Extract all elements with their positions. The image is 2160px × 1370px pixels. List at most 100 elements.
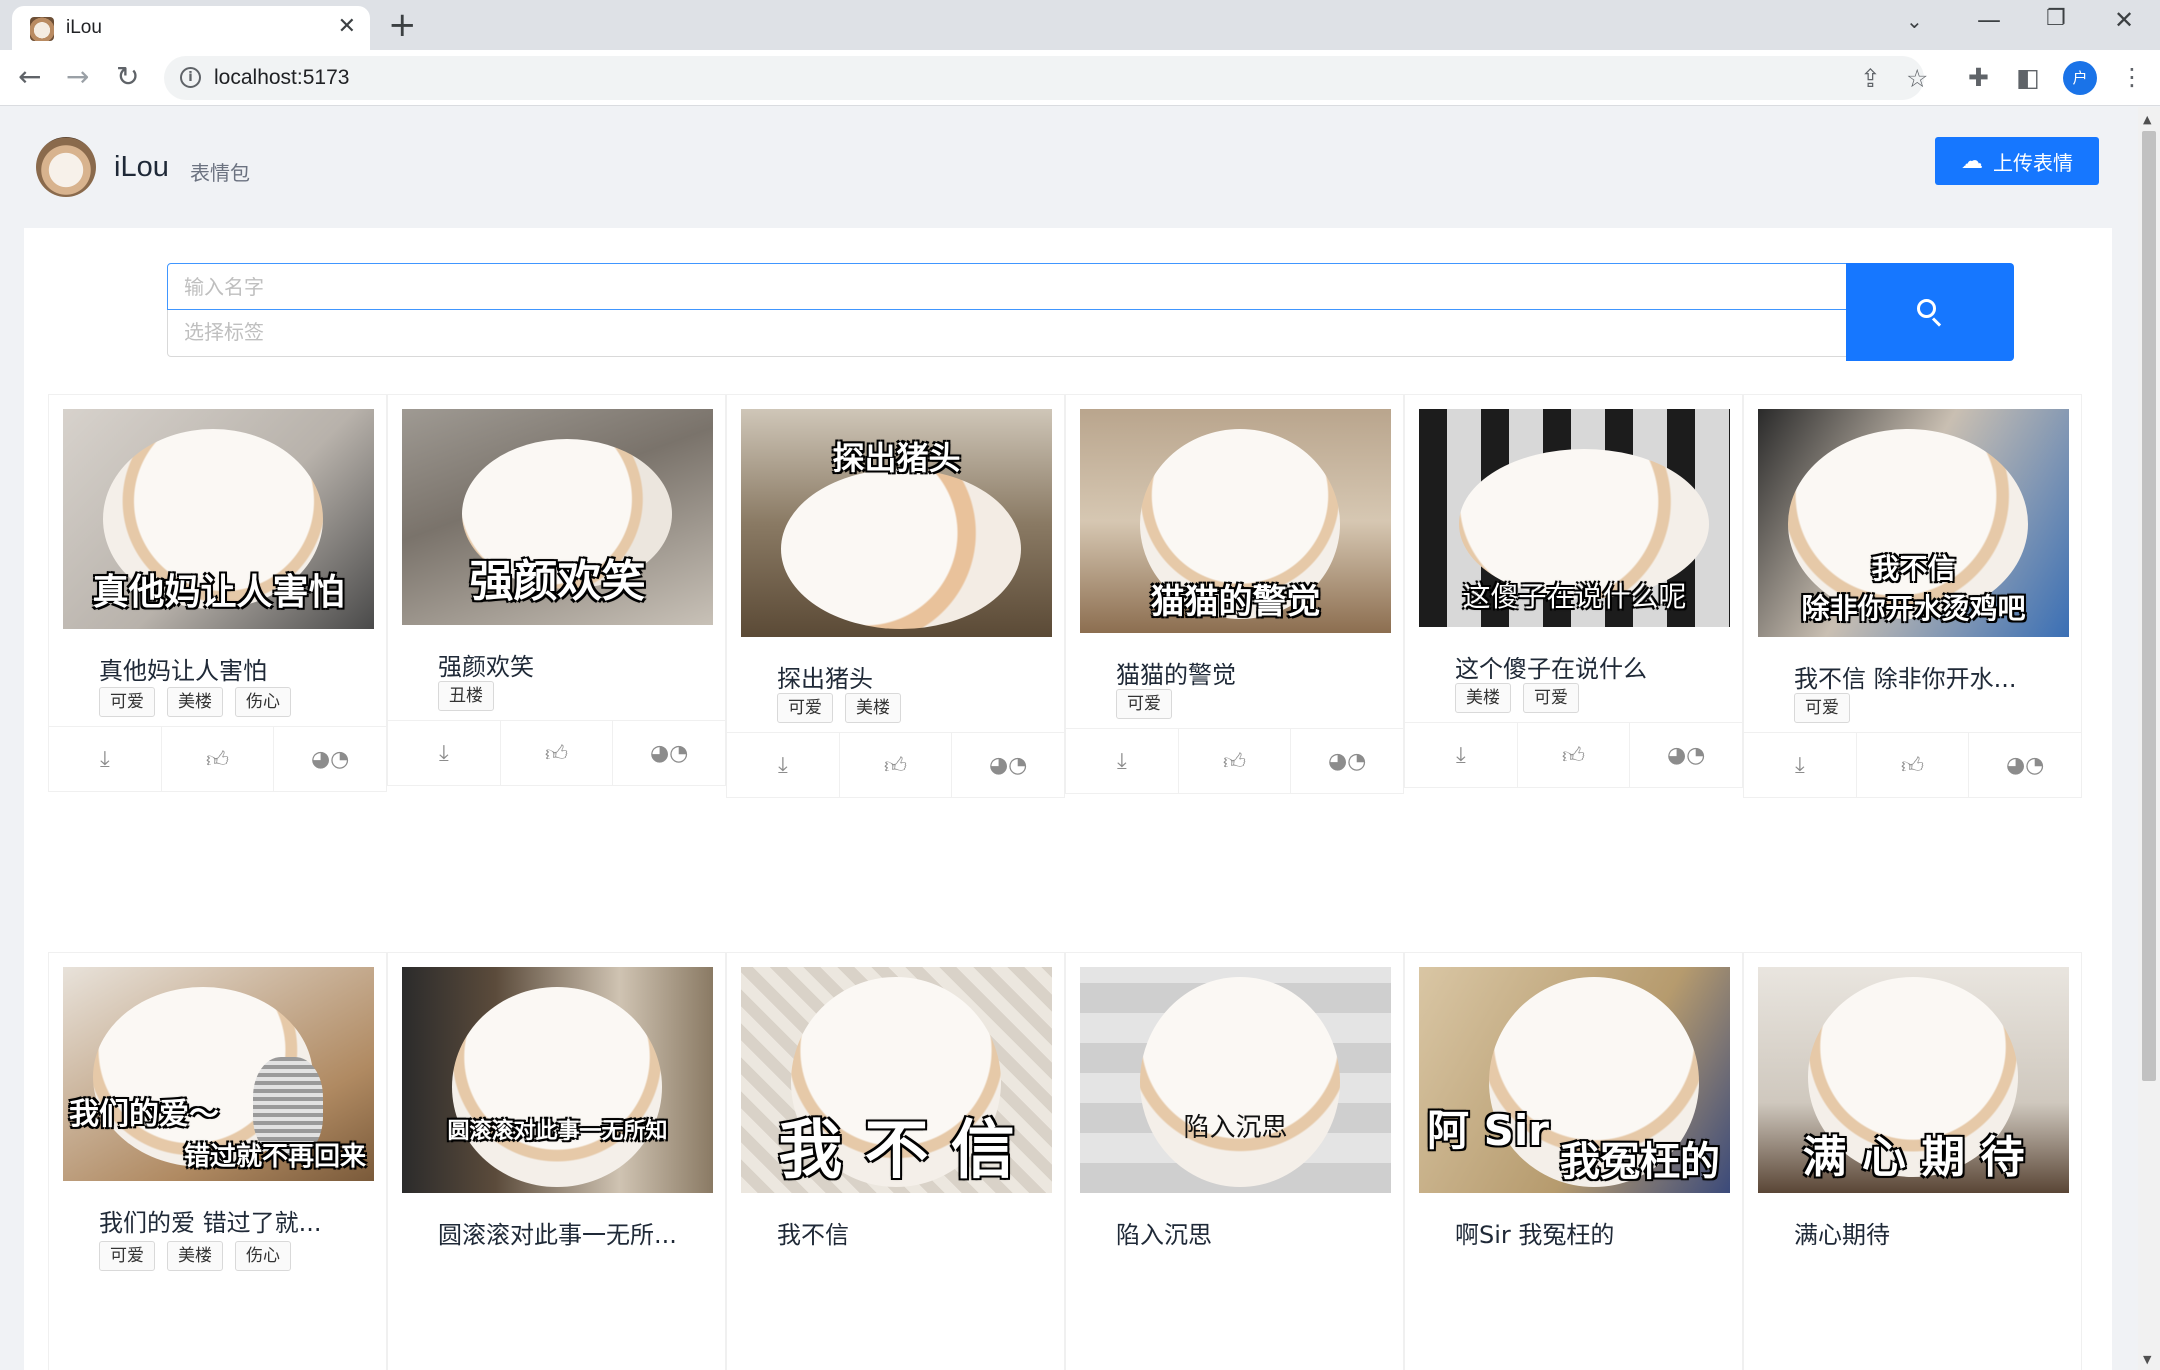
meme-card[interactable]: 阿 Sir 我冤枉的 啊Sir 我冤枉的 <box>1404 952 1743 1370</box>
meme-image[interactable]: 真他妈让人害怕 <box>63 409 374 629</box>
browser-tab[interactable]: iLou ✕ <box>12 6 370 50</box>
tag[interactable]: 美楼 <box>845 693 901 723</box>
meme-image[interactable]: 猫猫的警觉 <box>1080 409 1391 633</box>
tag[interactable]: 可爱 <box>99 1241 155 1271</box>
meme-image[interactable]: 我 不 信 <box>741 967 1052 1193</box>
tag[interactable]: 美楼 <box>167 1241 223 1271</box>
wechat-share-button[interactable]: ◕◔ <box>1290 729 1403 794</box>
download-button[interactable]: ⤓ <box>388 721 500 786</box>
like-button[interactable]: 👍︎ <box>1855 733 1969 798</box>
site-info-icon[interactable]: i <box>180 67 201 88</box>
download-button[interactable]: ⤓ <box>1744 733 1856 798</box>
meme-card[interactable]: 强颜欢笑 强颜欢笑 丑楼 ⤓ 👍︎ ◕◔ <box>387 394 726 786</box>
wechat-share-button[interactable]: ◕◔ <box>1968 733 2081 798</box>
tag[interactable]: 可爱 <box>1794 693 1850 723</box>
download-button[interactable]: ⤓ <box>727 733 839 798</box>
meme-image[interactable]: 满 心 期 待 <box>1758 967 2069 1193</box>
meme-image[interactable]: 强颜欢笑 <box>402 409 713 625</box>
scroll-up-arrow-icon[interactable]: ▲ <box>2143 113 2151 126</box>
tag[interactable]: 可爱 <box>777 693 833 723</box>
download-icon: ⤓ <box>1794 753 1805 778</box>
download-button[interactable]: ⤓ <box>49 727 161 792</box>
tag[interactable]: 伤心 <box>235 1241 291 1271</box>
new-tab-icon[interactable]: + <box>388 6 417 44</box>
wechat-icon: ◕◔ <box>310 747 350 772</box>
side-panel-icon[interactable]: ◧ <box>2016 63 2040 92</box>
meme-card[interactable]: 猫猫的警觉 猫猫的警觉 可爱 ⤓ 👍︎ ◕◔ <box>1065 394 1404 794</box>
meme-image[interactable]: 阿 Sir 我冤枉的 <box>1419 967 1730 1193</box>
tag[interactable]: 伤心 <box>235 687 291 717</box>
tag[interactable]: 丑楼 <box>438 681 494 711</box>
like-button[interactable]: 👍︎ <box>1177 729 1291 794</box>
tag[interactable]: 可爱 <box>99 687 155 717</box>
like-button[interactable]: 👍︎ <box>838 733 952 798</box>
wechat-share-button[interactable]: ◕◔ <box>951 733 1064 798</box>
tag[interactable]: 可爱 <box>1523 683 1579 713</box>
forward-icon[interactable]: → <box>66 60 89 94</box>
meme-caption: 我们的爱～ <box>69 1097 219 1132</box>
restore-icon[interactable]: ❐ <box>2046 6 2066 31</box>
bookmark-star-icon[interactable]: ☆ <box>1906 64 1928 93</box>
scrollbar-thumb[interactable] <box>2142 131 2156 1081</box>
minimize-icon[interactable]: — <box>1977 6 2001 34</box>
tag-list: 可爱 <box>1794 693 1850 723</box>
meme-card[interactable]: 这傻子在说什么呢 这个傻子在说什么 美楼 可爱 ⤓ 👍︎ ◕◔ <box>1404 394 1743 788</box>
browser-toolbar: ← → ↻ i localhost:5173 ⇪ ☆ ✚ ◧ 户 ⋮ <box>0 50 2160 106</box>
wechat-share-button[interactable]: ◕◔ <box>1629 723 1742 788</box>
meme-card[interactable]: 我们的爱～ 错过就不再回来 我们的爱 错过了就... 可爱 美楼 伤心 <box>48 952 387 1370</box>
tab-search-chevron-icon[interactable]: ⌄ <box>1906 9 1923 33</box>
share-icon[interactable]: ⇪ <box>1860 64 1881 93</box>
search-button[interactable] <box>1846 263 2014 361</box>
back-icon[interactable]: ← <box>18 60 41 94</box>
wechat-share-button[interactable]: ◕◔ <box>273 727 386 792</box>
extensions-puzzle-icon[interactable]: ✚ <box>1968 63 1989 92</box>
tag[interactable]: 可爱 <box>1116 689 1172 719</box>
meme-card[interactable]: 我 不 信 我不信 <box>726 952 1065 1370</box>
close-tab-icon[interactable]: ✕ <box>338 14 356 39</box>
tag[interactable]: 美楼 <box>167 687 223 717</box>
site-logo-avatar[interactable] <box>36 137 96 197</box>
tag[interactable]: 美楼 <box>1455 683 1511 713</box>
meme-caption-line2: 除非你开水烫鸡吧 <box>1801 592 2026 625</box>
tab-title: iLou <box>66 17 102 38</box>
meme-image[interactable]: 这傻子在说什么呢 <box>1419 409 1730 627</box>
wechat-share-button[interactable]: ◕◔ <box>612 721 725 786</box>
reload-icon[interactable]: ↻ <box>116 60 139 94</box>
address-bar[interactable]: i localhost:5173 ⇪ ☆ <box>164 56 1928 100</box>
tag-list: 可爱 <box>1116 689 1172 719</box>
meme-image[interactable]: 圆滚滚对此事一无所知 <box>402 967 713 1193</box>
wechat-icon: ◕◔ <box>1327 749 1367 774</box>
menu-kebab-icon[interactable]: ⋮ <box>2120 63 2144 91</box>
meme-card[interactable]: 陷入沉思 陷入沉思 <box>1065 952 1404 1370</box>
page-scrollbar[interactable]: ▲ ▼ <box>2138 107 2160 1370</box>
meme-image[interactable]: 我们的爱～ 错过就不再回来 <box>63 967 374 1181</box>
like-button[interactable]: 👍︎ <box>1516 723 1630 788</box>
search-icon <box>1917 299 1943 327</box>
meme-caption: 我 不 信 <box>778 1114 1015 1188</box>
meme-card[interactable]: 探出猪头 探出猪头 可爱 美楼 ⤓ 👍︎ ◕◔ <box>726 394 1065 798</box>
meme-title: 我不信 <box>777 1221 849 1249</box>
scroll-down-arrow-icon[interactable]: ▼ <box>2143 1353 2151 1366</box>
meme-image[interactable]: 陷入沉思 <box>1080 967 1391 1193</box>
meme-image[interactable]: 探出猪头 <box>741 409 1052 637</box>
tag-select[interactable]: 选择标签 <box>167 310 1847 357</box>
profile-avatar[interactable]: 户 <box>2063 61 2097 95</box>
site-favicon-icon <box>30 17 54 41</box>
meme-image[interactable]: 我不信 除非你开水烫鸡吧 <box>1758 409 2069 637</box>
like-button[interactable]: 👍︎ <box>160 727 274 792</box>
meme-card[interactable]: 我不信 除非你开水烫鸡吧 我不信 除非你开水... 可爱 ⤓ 👍︎ ◕◔ <box>1743 394 2082 798</box>
download-icon: ⤓ <box>438 741 449 766</box>
meme-card[interactable]: 满 心 期 待 满心期待 <box>1743 952 2082 1370</box>
download-button[interactable]: ⤓ <box>1405 723 1517 788</box>
card-actions: ⤓ 👍︎ ◕◔ <box>49 726 386 792</box>
close-window-icon[interactable]: ✕ <box>2114 6 2134 34</box>
like-button[interactable]: 👍︎ <box>499 721 613 786</box>
name-search-input[interactable] <box>167 263 1847 310</box>
download-button[interactable]: ⤓ <box>1066 729 1178 794</box>
wechat-icon: ◕◔ <box>1666 743 1706 768</box>
browser-tab-bar: iLou ✕ + ⌄ — ❐ ✕ <box>0 0 2160 50</box>
upload-button[interactable]: ☁ 上传表情 <box>1935 137 2099 185</box>
meme-card[interactable]: 真他妈让人害怕 真他妈让人害怕 可爱 美楼 伤心 ⤓ 👍︎ ◕◔ <box>48 394 387 792</box>
url-text[interactable]: localhost:5173 <box>214 66 349 90</box>
meme-card[interactable]: 圆滚滚对此事一无所知 圆滚滚对此事一无所... <box>387 952 726 1370</box>
